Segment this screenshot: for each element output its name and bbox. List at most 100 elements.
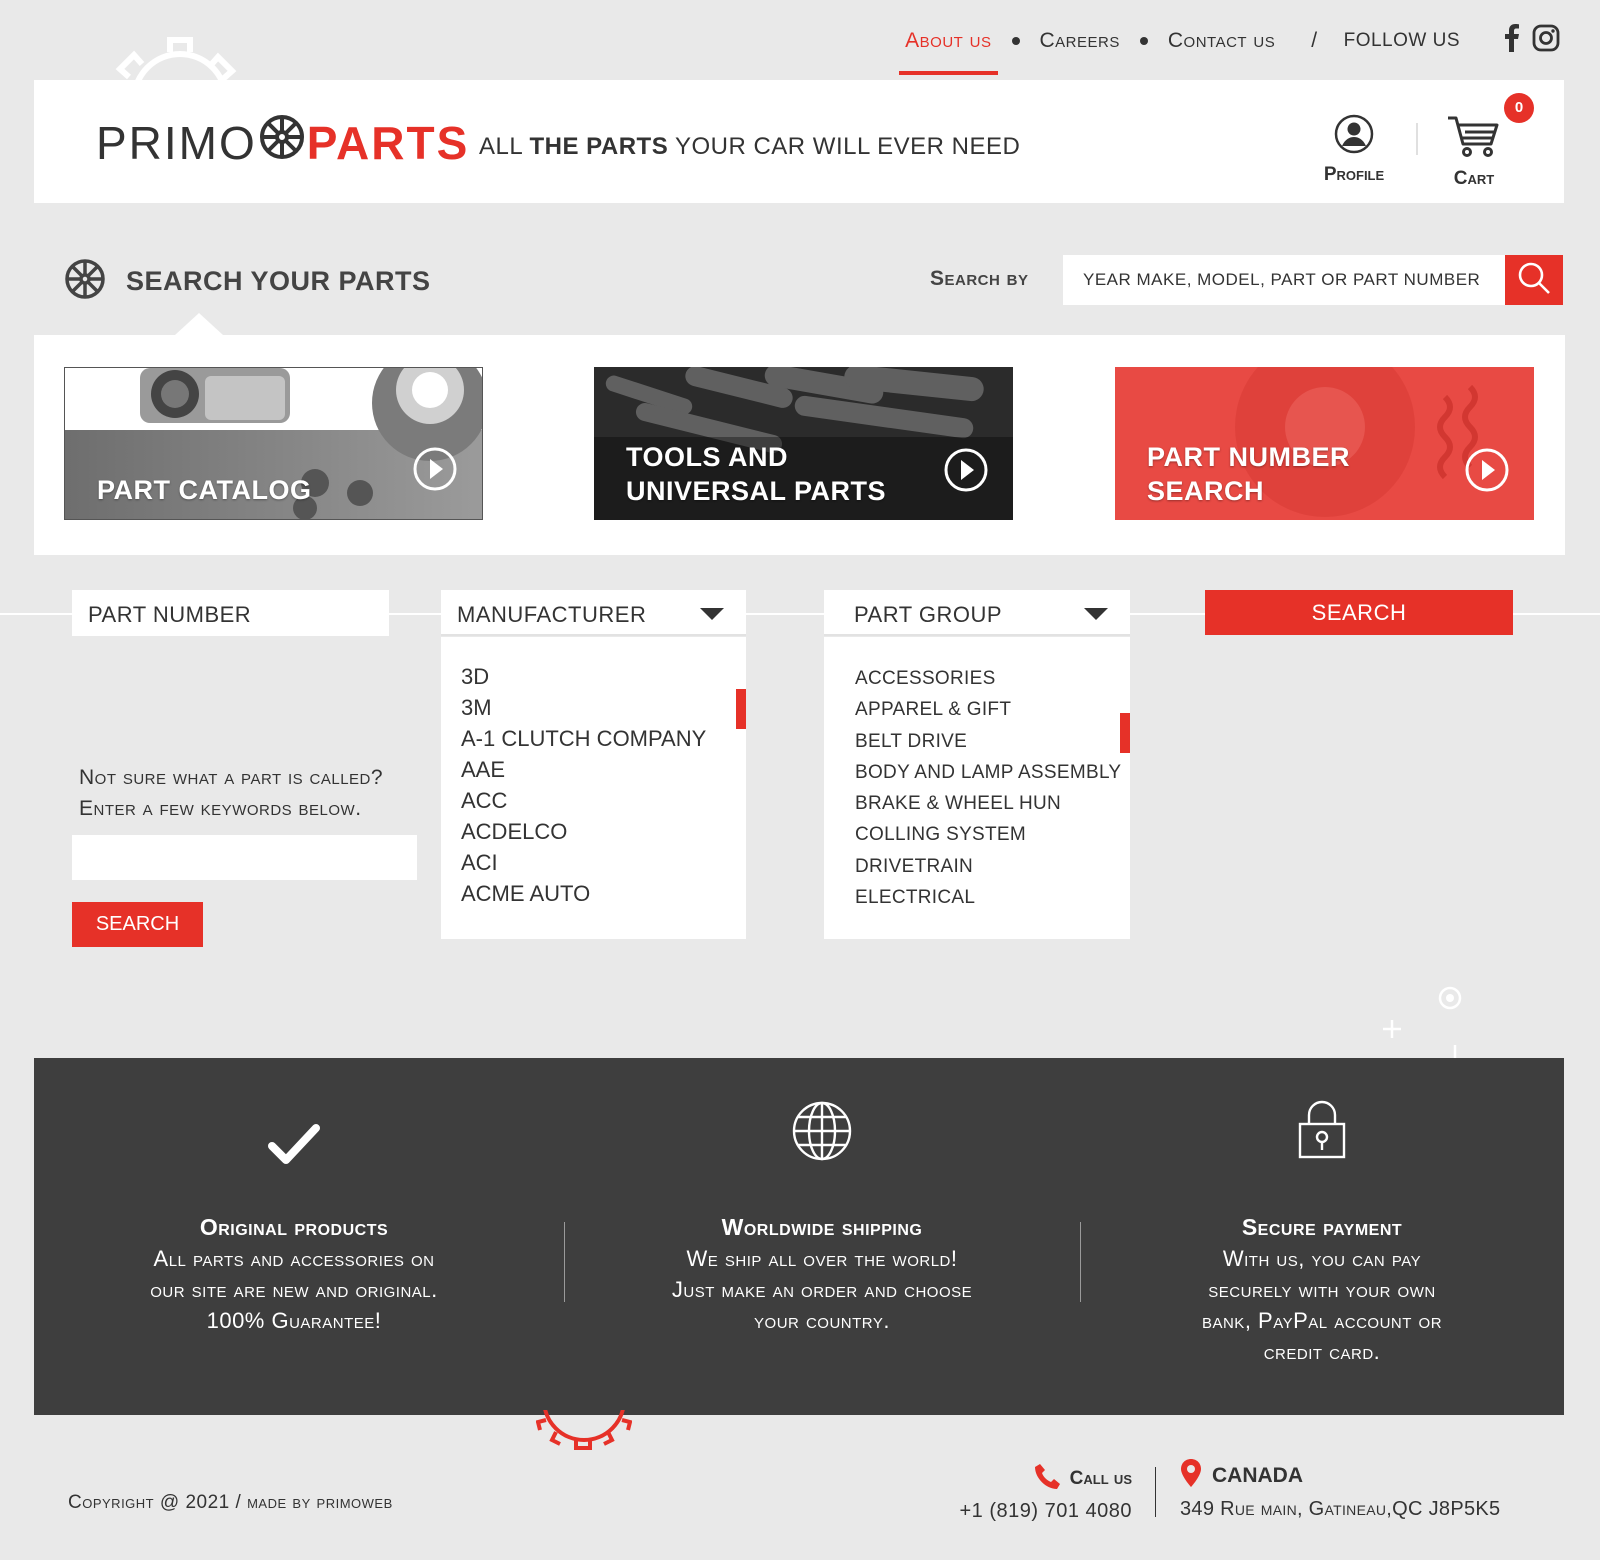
search-title-text: SEARCH YOUR PARTS	[126, 266, 431, 296]
feature-title: Secure payment	[1241, 1214, 1403, 1240]
card-title: PART NUMBER SEARCH	[1147, 440, 1350, 508]
feature-secure-payment: Secure payment With us, you can pay secu…	[1080, 1058, 1564, 1415]
feature-line: bank, PayPal account or	[1201, 1308, 1443, 1333]
card-title-line: SEARCH	[1147, 476, 1265, 506]
profile-label: Profile	[1323, 164, 1385, 185]
manufacturer-option[interactable]: ACME AUTO	[461, 878, 746, 909]
street-address: 349 Rue main, Gatineau,QC J8P5K5	[1180, 1498, 1501, 1520]
search-section-title: SEARCH YOUR PARTS	[64, 258, 431, 305]
feature-line: We ship all over the world!	[686, 1246, 958, 1271]
scrollbar-thumb[interactable]	[736, 689, 746, 729]
top-navigation: About us Careers Contact us / FOLLOW US	[899, 24, 1560, 75]
manufacturer-option[interactable]: 3M	[461, 692, 746, 723]
card-title: TOOLS AND UNIVERSAL PARTS	[626, 440, 886, 508]
panel-pointer	[175, 313, 223, 335]
phone-number[interactable]: +1 (819) 701 4080	[959, 1500, 1132, 1523]
play-icon	[943, 447, 989, 498]
gear-decoration-red	[536, 1410, 632, 1450]
manufacturer-select-label: MANUFACTURER	[457, 602, 647, 627]
manufacturer-option[interactable]: A-1 CLUTCH COMPANY	[461, 723, 746, 754]
feature-title: Original products	[199, 1214, 389, 1240]
instagram-icon[interactable]	[1532, 24, 1560, 58]
part-number-search-card[interactable]: PART NUMBER SEARCH	[1115, 367, 1534, 520]
part-number-field[interactable]: PART NUMBER	[72, 590, 389, 636]
facebook-icon[interactable]	[1504, 24, 1520, 58]
feature-line: Just make an order and choose	[671, 1277, 973, 1302]
wheel-icon	[259, 114, 305, 171]
part-group-option[interactable]: APPAREL & GIFT	[855, 694, 1130, 725]
part-group-option[interactable]: COLLING SYSTEM	[855, 819, 1130, 850]
search-input[interactable]	[1063, 255, 1505, 305]
caret-down-icon	[700, 608, 724, 620]
keyword-help-line: Not sure what a part is called?	[79, 766, 384, 789]
filter-search-button[interactable]: SEARCH	[1205, 590, 1513, 635]
site-header: PRIMO PARTS ALL THE PARTS YOUR CAR WILL …	[34, 80, 1564, 203]
nav-separator-dot	[1011, 37, 1020, 45]
search-icon	[1517, 261, 1551, 300]
manufacturer-option[interactable]: AAE	[461, 754, 746, 785]
profile-button[interactable]: Profile	[1314, 114, 1394, 186]
feature-description: With us, you can pay securely with your …	[1080, 1243, 1564, 1367]
keyword-help-line: Enter a few keywords below.	[79, 797, 362, 820]
lock-icon	[1297, 1100, 1347, 1165]
keyword-search-button[interactable]: SEARCH	[72, 902, 203, 947]
part-group-select[interactable]: PART GROUP	[824, 590, 1130, 636]
nav-contact-us[interactable]: Contact us	[1162, 29, 1281, 53]
manufacturer-option[interactable]: ACI	[461, 847, 746, 878]
part-catalog-card[interactable]: PART CATALOG	[64, 367, 483, 520]
feature-line: With us, you can pay	[1222, 1246, 1422, 1271]
search-by-label: Search by	[930, 267, 1029, 290]
header-divider	[1416, 123, 1418, 155]
checkmark-icon	[268, 1122, 320, 1171]
manufacturer-select[interactable]: MANUFACTURER	[441, 590, 746, 636]
card-title-line: PART NUMBER	[1147, 442, 1350, 472]
search-button[interactable]	[1505, 255, 1563, 305]
country-label: CANADA	[1212, 1464, 1303, 1487]
manufacturer-option[interactable]: ACC	[461, 785, 746, 816]
caret-down-icon	[1084, 608, 1108, 620]
nav-careers[interactable]: Careers	[1034, 29, 1126, 53]
tools-universal-parts-card[interactable]: TOOLS AND UNIVERSAL PARTS	[594, 367, 1013, 520]
follow-us-label: FOLLOW US	[1343, 30, 1460, 51]
nav-about-us[interactable]: About us	[899, 29, 998, 75]
features-band: Original products All parts and accessor…	[34, 1058, 1564, 1415]
part-group-option[interactable]: BRAKE & WHEEL HUN	[855, 788, 1130, 819]
logo-parts: PARTS	[306, 116, 470, 169]
keyword-input[interactable]	[72, 835, 417, 880]
call-us-label: Call us	[1069, 1468, 1132, 1489]
feature-line: 100% Guarantee!	[206, 1308, 382, 1333]
manufacturer-option[interactable]: ACDELCO	[461, 816, 746, 847]
wheel-icon	[64, 258, 106, 305]
manufacturer-option[interactable]: 3D	[461, 661, 746, 692]
logo[interactable]: PRIMO PARTS	[96, 114, 469, 171]
part-group-option[interactable]: ELECTRICAL	[855, 882, 1130, 913]
tagline-part: YOUR CAR WILL EVER NEED	[668, 133, 1021, 160]
feature-line: your country.	[754, 1308, 890, 1333]
tagline-part: ALL	[479, 133, 530, 160]
cart-count-badge: 0	[1504, 93, 1534, 123]
tagline: ALL THE PARTS YOUR CAR WILL EVER NEED	[479, 133, 1020, 161]
part-group-option[interactable]: BODY AND LAMP ASSEMBLY	[855, 757, 1130, 788]
feature-line: securely with your own	[1208, 1277, 1436, 1302]
scrollbar-thumb[interactable]	[1120, 713, 1130, 753]
part-group-option[interactable]: ACCESSORIES	[855, 663, 1130, 694]
part-group-option[interactable]: DRIVETRAIN	[855, 851, 1130, 882]
footer-divider	[1155, 1467, 1156, 1517]
feature-title: Worldwide shipping	[721, 1214, 923, 1240]
card-title: PART CATALOG	[97, 473, 311, 507]
user-icon	[1334, 114, 1374, 159]
gear-decoration	[100, 20, 260, 80]
play-icon	[412, 446, 458, 497]
manufacturer-list: 3D 3M A-1 CLUTCH COMPANY AAE ACC ACDELCO…	[441, 637, 746, 939]
part-group-option[interactable]: BELT DRIVE	[855, 726, 1130, 757]
logo-primo: PRIMO	[96, 116, 257, 169]
feature-line: our site are new and original.	[150, 1277, 438, 1302]
feature-description: All parts and accessories on our site ar…	[34, 1243, 554, 1336]
sparkle-decoration	[1360, 980, 1470, 1060]
card-title-line: PART CATALOG	[97, 475, 312, 505]
cart-button[interactable]: Cart	[1434, 114, 1514, 190]
social-links	[1504, 24, 1560, 58]
feature-original-products: Original products All parts and accessor…	[34, 1058, 554, 1415]
part-group-select-label: PART GROUP	[854, 602, 1003, 627]
address-block: CANADA 349 Rue main, Gatineau,QC J8P5K5	[1180, 1458, 1500, 1521]
